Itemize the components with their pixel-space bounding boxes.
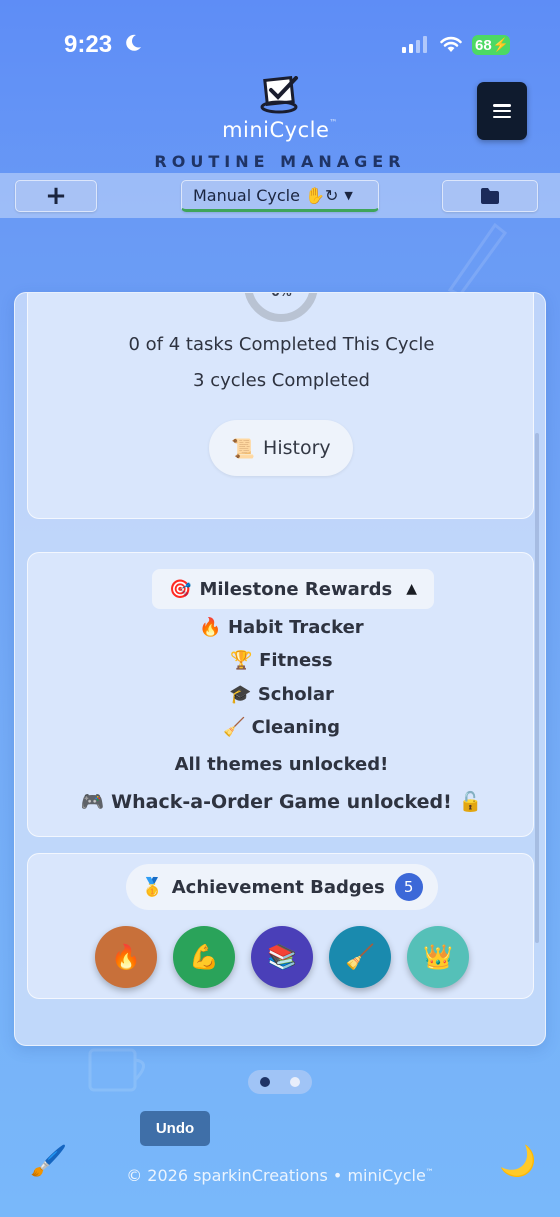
checkmark-logo-icon	[260, 76, 298, 114]
flexed-bicep-icon: 💪	[189, 943, 219, 971]
history-button[interactable]: 📜 History	[209, 420, 353, 476]
folder-icon	[481, 188, 499, 204]
milestone-item: 🔥 Habit Tracker	[199, 617, 364, 638]
brand-name: miniCycle	[222, 118, 330, 142]
broom-icon: 🧹	[345, 943, 375, 971]
history-label: History	[263, 437, 331, 459]
stats-panel: 0% 0 of 4 tasks Completed This Cycle 3 c…	[27, 292, 534, 519]
milestone-rewards-label: Milestone Rewards	[199, 578, 393, 600]
page-dot-2[interactable]	[290, 1077, 300, 1087]
battery-icon: 68 ⚡	[472, 35, 510, 55]
page-subtitle: ROUTINE MANAGER	[154, 152, 406, 171]
status-time: 9:23	[64, 31, 113, 58]
milestone-item: 🎮 Whack-a-Order Game unlocked! 🔓	[80, 791, 483, 813]
cycles-completed-text: 3 cycles Completed	[193, 370, 370, 391]
chevron-down-icon: ▼	[344, 188, 353, 202]
folder-button[interactable]	[442, 180, 538, 212]
page-indicator[interactable]	[248, 1070, 312, 1094]
fire-icon: 🔥	[111, 943, 141, 971]
milestone-item: 🧹 Cleaning	[222, 717, 341, 738]
target-icon: 🎯	[169, 578, 192, 600]
cell-signal-icon	[402, 36, 427, 53]
app-brand: miniCycle™	[0, 118, 560, 142]
milestone-item: All themes unlocked!	[174, 754, 389, 775]
main-card: 0% 0 of 4 tasks Completed This Cycle 3 c…	[14, 292, 546, 1046]
focus-moon-icon	[126, 34, 141, 51]
battery-level: 68	[475, 36, 492, 54]
badge-cleaning[interactable]: 🧹	[329, 926, 391, 988]
wifi-icon	[440, 36, 462, 52]
books-icon: 📚	[267, 943, 297, 971]
badge-count: 5	[394, 873, 423, 901]
tasks-completed-text: 0 of 4 tasks Completed This Cycle	[128, 334, 435, 355]
milestone-item: 🎓 Scholar	[229, 684, 334, 705]
medal-icon: 🥇	[141, 876, 164, 898]
undo-button[interactable]: Undo	[140, 1111, 210, 1146]
milestone-item: 🏆 Fitness	[230, 650, 333, 671]
badge-fitness[interactable]: 💪	[173, 926, 235, 988]
progress-percent: 0%	[271, 292, 292, 299]
footer-text: © 2026 sparkinCreations • miniCycle	[126, 1166, 426, 1185]
milestones-panel: 🎯 Milestone Rewards ▲ 🔥 Habit Tracker 🏆 …	[27, 552, 534, 837]
toolbar: + Manual Cycle ✋↻ ▼	[0, 173, 560, 218]
pencil-decoration-icon	[447, 222, 508, 295]
scroll-icon: 📜	[231, 437, 256, 460]
badge-crown[interactable]: 👑	[407, 926, 469, 988]
cycle-mode-select[interactable]: Manual Cycle ✋↻ ▼	[181, 180, 379, 212]
crown-icon: 👑	[423, 943, 453, 971]
dark-mode-toggle-icon[interactable]: 🌙	[499, 1144, 536, 1179]
add-task-button[interactable]: +	[15, 180, 97, 212]
hamburger-icon	[493, 104, 511, 118]
footer-copyright: © 2026 sparkinCreations • miniCycle™	[0, 1166, 560, 1185]
achievement-badges-label: Achievement Badges	[171, 876, 385, 898]
mug-decoration-icon	[88, 1048, 145, 1092]
achievement-badges-header: 🥇 Achievement Badges 5	[126, 864, 438, 910]
hamburger-menu-button[interactable]	[477, 82, 527, 140]
collapse-triangle-icon: ▲	[406, 581, 417, 597]
status-bar: 9:23 68 ⚡	[0, 0, 560, 80]
badges-panel: 🥇 Achievement Badges 5 🔥 💪 📚 🧹 👑	[27, 853, 534, 999]
brand-trademark: ™	[329, 118, 338, 127]
milestone-rewards-toggle[interactable]: 🎯 Milestone Rewards ▲	[152, 569, 434, 609]
card-scrollbar[interactable]	[535, 433, 539, 943]
badge-fire[interactable]: 🔥	[95, 926, 157, 988]
page-dot-1[interactable]	[260, 1077, 270, 1087]
badge-scholar[interactable]: 📚	[251, 926, 313, 988]
footer-trademark: ™	[425, 1167, 434, 1177]
cycle-mode-label: Manual Cycle ✋↻	[193, 185, 339, 205]
